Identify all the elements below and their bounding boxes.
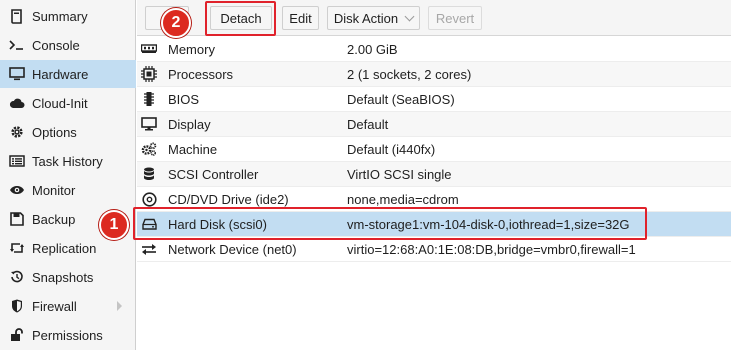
sidebar-item-label: Cloud-Init bbox=[32, 95, 88, 111]
desktop-icon bbox=[141, 116, 157, 132]
sidebar-item-label: Permissions bbox=[32, 327, 103, 343]
hardware-value: VirtIO SCSI single bbox=[347, 166, 452, 182]
sidebar-item-firewall[interactable]: Firewall bbox=[0, 292, 136, 320]
history-icon bbox=[8, 269, 26, 285]
hardware-row-scsi-controller[interactable]: SCSI Controller VirtIO SCSI single bbox=[137, 162, 731, 187]
unlock-icon bbox=[8, 327, 26, 343]
highlight-hard-disk-row bbox=[133, 207, 647, 240]
expand-arrow-icon[interactable] bbox=[117, 301, 122, 311]
microchip-icon bbox=[141, 91, 157, 107]
cogs-icon bbox=[141, 141, 157, 157]
edit-button[interactable]: Edit bbox=[282, 6, 319, 30]
sidebar-item-label: Hardware bbox=[32, 66, 89, 82]
hardware-row-machine[interactable]: Machine Default (i440fx) bbox=[137, 137, 731, 162]
chevron-down-icon bbox=[404, 11, 415, 21]
sidebar-item-summary[interactable]: Summary bbox=[0, 2, 136, 30]
hardware-value: virtio=12:68:A0:1E:08:DB,bridge=vmbr0,fi… bbox=[347, 241, 636, 257]
hardware-name: Processors bbox=[168, 66, 234, 82]
disk-action-button[interactable]: Disk Action bbox=[327, 6, 420, 30]
hardware-row-display[interactable]: Display Default bbox=[137, 112, 731, 137]
step-badge-2: 2 bbox=[161, 8, 191, 38]
hardware-name: Machine bbox=[168, 141, 218, 157]
database-icon bbox=[141, 166, 157, 182]
sidebar-item-snapshots[interactable]: Snapshots bbox=[0, 263, 136, 291]
hardware-value: none,media=cdrom bbox=[347, 191, 459, 207]
hardware-name: CD/DVD Drive (ide2) bbox=[168, 191, 289, 207]
list-icon bbox=[8, 153, 26, 169]
sidebar-item-label: Options bbox=[32, 124, 77, 140]
exchange-icon bbox=[141, 241, 157, 257]
hardware-value: 2.00 GiB bbox=[347, 41, 398, 57]
disk-action-button-label: Disk Action bbox=[333, 10, 399, 26]
hardware-name: Memory bbox=[168, 41, 215, 57]
sidebar-item-label: Snapshots bbox=[32, 269, 94, 285]
hardware-row-processors[interactable]: Processors 2 (1 sockets, 2 cores) bbox=[137, 62, 731, 87]
sidebar-item-cloud-init[interactable]: Cloud-Init bbox=[0, 89, 136, 117]
eye-icon bbox=[8, 182, 26, 198]
sidebar-item-label: Summary bbox=[32, 8, 88, 24]
sidebar-item-monitor[interactable]: Monitor bbox=[0, 176, 136, 204]
monitor-icon bbox=[8, 66, 26, 82]
hardware-name: SCSI Controller bbox=[168, 166, 259, 182]
hardware-name: BIOS bbox=[168, 91, 200, 107]
sidebar: Summary Console Hardware Cloud-Init Opti… bbox=[0, 0, 136, 350]
sidebar-item-console[interactable]: Console bbox=[0, 31, 136, 59]
hardware-value: Default bbox=[347, 116, 389, 132]
terminal-icon bbox=[8, 37, 26, 53]
cloud-icon bbox=[8, 95, 26, 111]
edit-button-label: Edit bbox=[289, 10, 312, 26]
sidebar-item-label: Backup bbox=[32, 211, 76, 227]
revert-button-label: Revert bbox=[435, 10, 475, 26]
memory-icon bbox=[141, 41, 157, 57]
gear-icon bbox=[8, 124, 26, 140]
sidebar-item-task-history[interactable]: Task History bbox=[0, 147, 136, 175]
revert-button[interactable]: Revert bbox=[428, 6, 482, 30]
hardware-value: 2 (1 sockets, 2 cores) bbox=[347, 66, 472, 82]
shield-icon bbox=[8, 298, 26, 314]
hardware-row-network[interactable]: Network Device (net0) virtio=12:68:A0:1E… bbox=[137, 237, 731, 262]
hardware-row-bios[interactable]: BIOS Default (SeaBIOS) bbox=[137, 87, 731, 112]
cdrom-icon bbox=[141, 191, 157, 207]
retweet-icon bbox=[8, 240, 26, 256]
sidebar-item-permissions[interactable]: Permissions bbox=[0, 321, 136, 349]
book-icon bbox=[8, 8, 26, 24]
hardware-row-memory[interactable]: Memory 2.00 GiB bbox=[137, 37, 731, 62]
highlight-detach-button bbox=[205, 1, 276, 36]
cpu-icon bbox=[141, 66, 157, 82]
sidebar-item-label: Firewall bbox=[32, 298, 77, 314]
sidebar-item-label: Console bbox=[32, 37, 80, 53]
floppy-icon bbox=[8, 211, 26, 227]
hardware-name: Network Device (net0) bbox=[168, 241, 297, 257]
step-badge-1: 1 bbox=[99, 210, 129, 240]
hardware-value: Default (i440fx) bbox=[347, 141, 436, 157]
hardware-value: Default (SeaBIOS) bbox=[347, 91, 455, 107]
hardware-name: Display bbox=[168, 116, 211, 132]
sidebar-item-hardware[interactable]: Hardware bbox=[0, 60, 136, 88]
sidebar-item-label: Replication bbox=[32, 240, 97, 256]
sidebar-item-label: Task History bbox=[32, 153, 103, 169]
sidebar-item-options[interactable]: Options bbox=[0, 118, 136, 146]
sidebar-item-label: Monitor bbox=[32, 182, 76, 198]
